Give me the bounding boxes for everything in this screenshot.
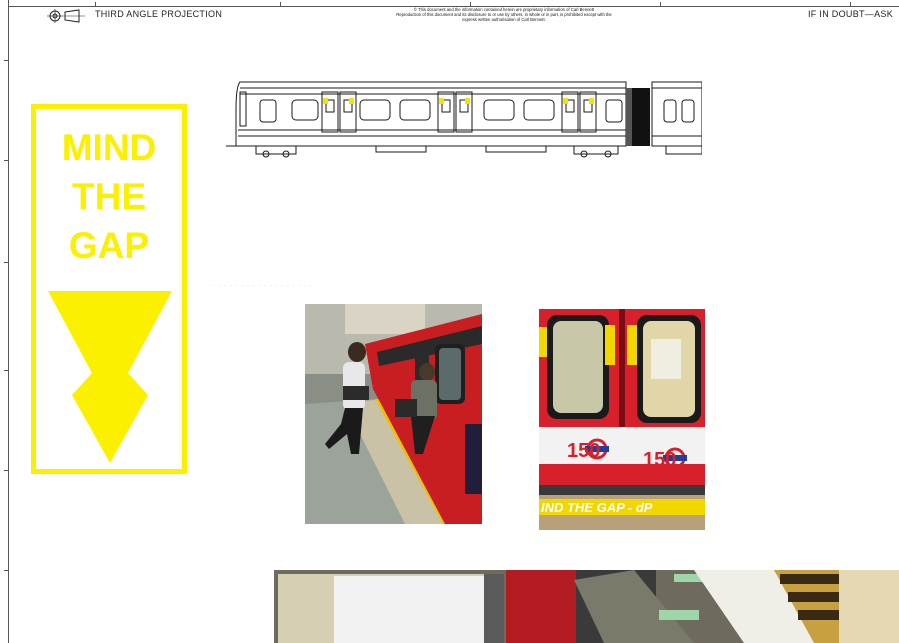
notice-line: express written authorisation of Carl Be… xyxy=(462,17,546,22)
drawing-frame-left-border xyxy=(8,0,9,643)
frame-tick xyxy=(4,570,8,571)
frame-tick xyxy=(4,470,8,471)
frame-tick xyxy=(660,2,661,6)
platform-boarding-photo xyxy=(305,304,482,524)
sign-line-gap: GAP xyxy=(68,225,150,266)
sign-line-the: THE xyxy=(72,176,146,217)
train-elevation-drawing xyxy=(226,81,702,158)
platform-edge-photo xyxy=(274,570,899,643)
frame-tick xyxy=(95,2,96,6)
platform-gap-text: IND THE GAP - dP xyxy=(541,500,653,515)
train-doors-illustration: 150 150 IND THE GAP - dP xyxy=(539,309,705,530)
train-doors-photo: 150 150 IND THE GAP - dP xyxy=(539,309,705,530)
roundel-number: 150 xyxy=(643,449,676,471)
projection-label: THIRD ANGLE PROJECTION xyxy=(95,9,223,19)
platform-photo-illustration xyxy=(305,304,482,524)
doubt-note: IF IN DOUBT—ASK xyxy=(808,9,894,19)
third-angle-projection-icon xyxy=(47,9,85,23)
mind-the-gap-sign: MIND THE GAP xyxy=(31,104,187,474)
copyright-notice: © This document and the information cont… xyxy=(318,7,690,22)
frame-tick xyxy=(4,60,8,61)
frame-tick xyxy=(280,2,281,6)
sign-text: MIND THE GAP xyxy=(36,123,182,270)
roundel-number: 150 xyxy=(567,440,600,462)
faint-dimension-line: - - - - - - - - - - - - - - - - - - xyxy=(213,283,313,289)
down-arrow-icon xyxy=(48,291,172,463)
frame-tick xyxy=(4,160,8,161)
frame-tick xyxy=(4,370,8,371)
platform-edge-illustration xyxy=(274,570,899,643)
frame-tick xyxy=(470,2,471,6)
sign-line-mind: MIND xyxy=(61,127,157,168)
frame-tick xyxy=(850,2,851,6)
frame-tick xyxy=(4,262,8,263)
